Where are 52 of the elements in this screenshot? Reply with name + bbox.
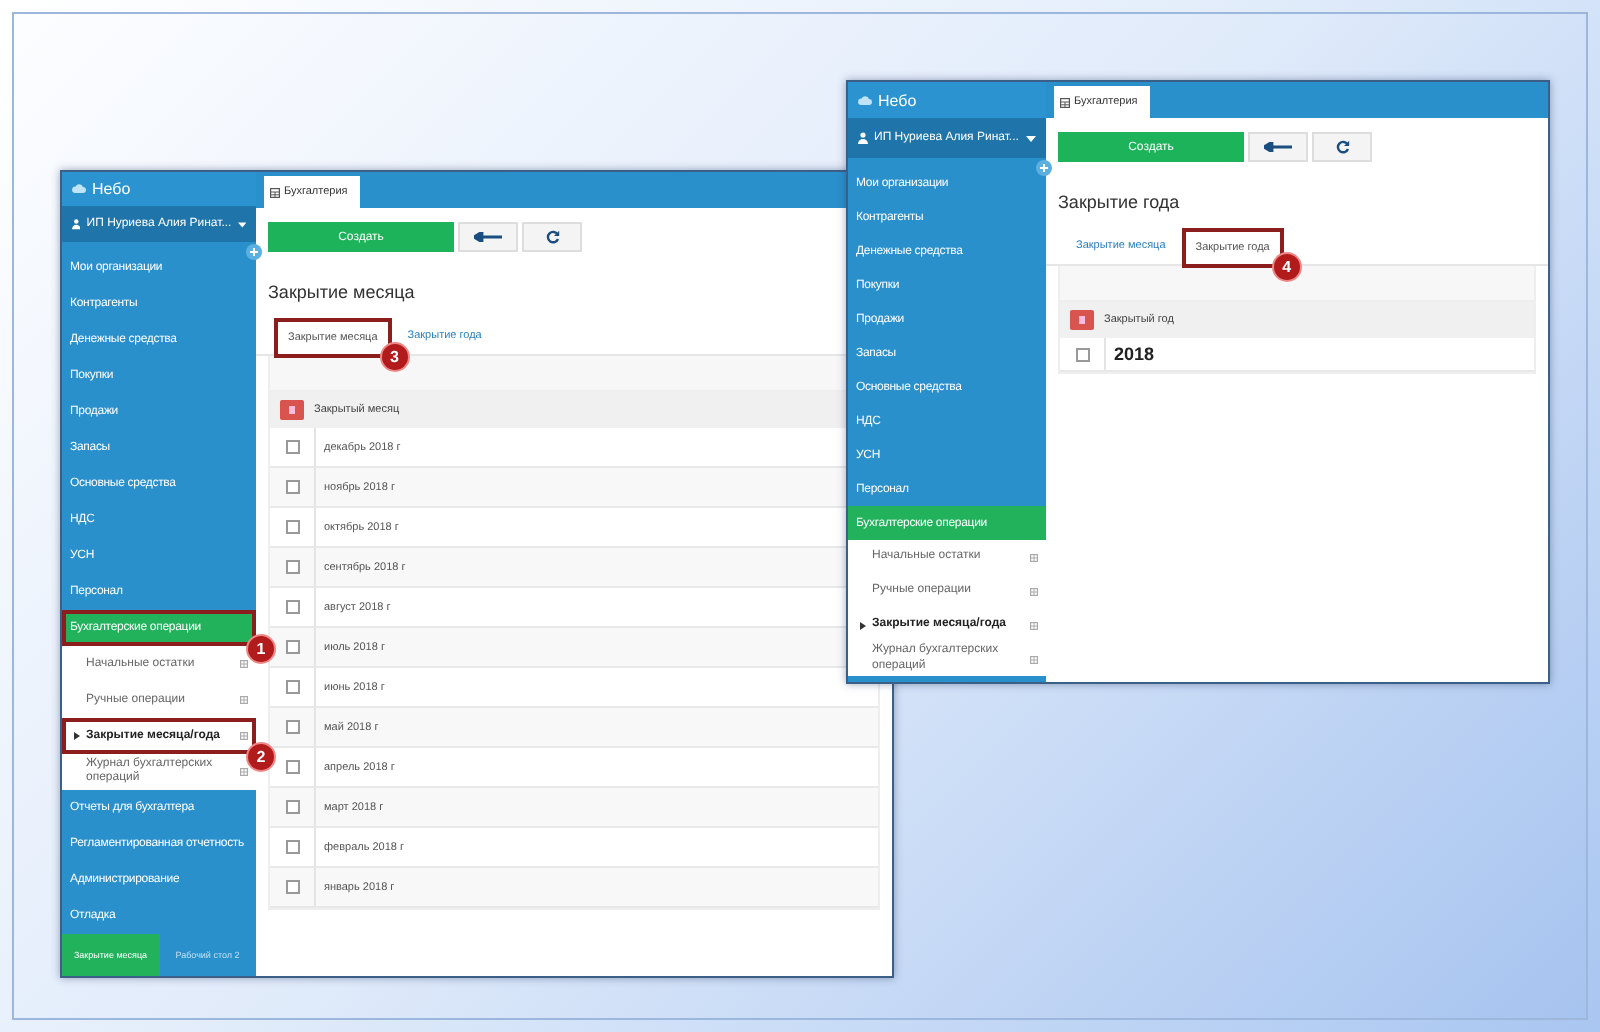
cloud-icon <box>858 94 872 106</box>
grid-icon[interactable] <box>1030 587 1038 595</box>
delete-icon[interactable] <box>1070 310 1094 330</box>
refresh-button[interactable] <box>522 222 582 252</box>
logo: Небо <box>92 179 131 198</box>
refresh-icon <box>1335 140 1349 154</box>
user-icon <box>858 132 868 144</box>
back-button[interactable] <box>1248 132 1308 162</box>
refresh-button[interactable] <box>1312 132 1372 162</box>
caret-icon <box>1026 135 1036 141</box>
row-checkbox[interactable] <box>285 680 299 694</box>
caret-icon <box>237 221 246 228</box>
row-checkbox[interactable] <box>285 840 299 854</box>
callout-badge: 2 <box>248 744 274 771</box>
add-icon[interactable] <box>246 244 262 261</box>
page-title: Закрытие месяца <box>268 282 415 302</box>
row-checkbox[interactable] <box>285 600 299 614</box>
row-checkbox[interactable] <box>285 480 299 494</box>
row-checkbox[interactable] <box>285 800 299 814</box>
user-icon <box>72 218 81 231</box>
row-checkbox[interactable] <box>285 640 299 654</box>
grid-icon[interactable] <box>1030 553 1038 561</box>
refresh-icon <box>545 230 559 244</box>
calculator-icon <box>270 187 280 197</box>
grid-icon[interactable] <box>240 660 248 669</box>
callout-badge: 3 <box>381 344 408 370</box>
arrow-left-icon <box>1264 142 1292 152</box>
logo: Небо <box>878 91 917 109</box>
row-checkbox[interactable] <box>285 440 299 454</box>
page-title: Закрытие года <box>1058 192 1180 212</box>
row-checkbox[interactable] <box>285 520 299 534</box>
row-checkbox[interactable] <box>1075 347 1089 361</box>
grid-icon[interactable] <box>240 768 248 777</box>
back-button[interactable] <box>458 222 518 252</box>
grid-icon[interactable] <box>240 696 248 705</box>
add-icon[interactable] <box>1036 160 1052 176</box>
callout-badge: 1 <box>248 636 274 663</box>
delete-icon[interactable] <box>280 400 304 420</box>
calculator-icon <box>1060 97 1070 107</box>
grid-icon[interactable] <box>240 732 248 741</box>
callout-badge: 4 <box>1273 254 1300 280</box>
table-cell: 2018 <box>1104 338 1534 370</box>
grid-icon[interactable] <box>1030 655 1038 663</box>
row-checkbox[interactable] <box>285 720 299 734</box>
row-checkbox[interactable] <box>285 760 299 774</box>
arrow-left-icon <box>474 232 502 242</box>
row-checkbox[interactable] <box>285 880 299 894</box>
caret-icon <box>860 621 866 629</box>
caret-icon <box>74 732 80 741</box>
grid-icon[interactable] <box>1030 621 1038 629</box>
row-checkbox[interactable] <box>285 560 299 574</box>
cloud-icon <box>72 182 86 195</box>
